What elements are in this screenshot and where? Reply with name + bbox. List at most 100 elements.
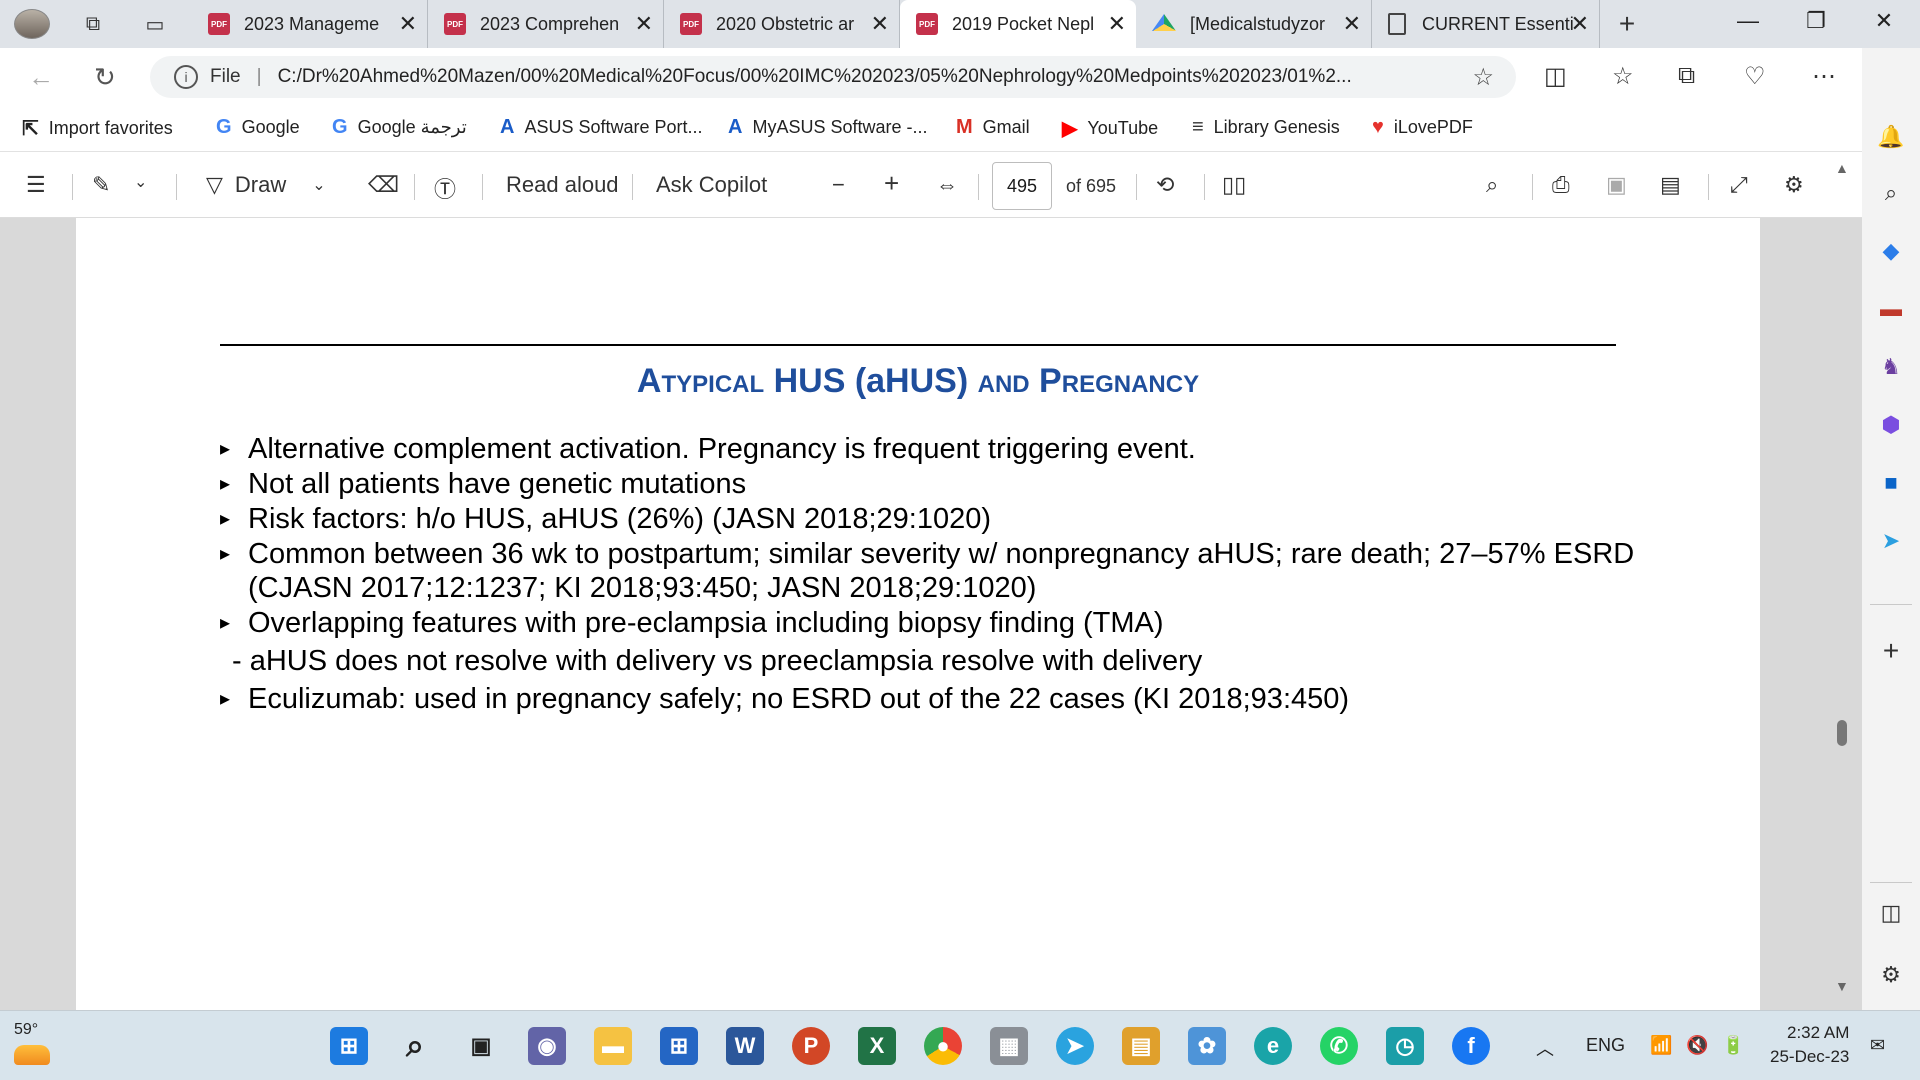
close-icon[interactable]: ✕ [1571, 11, 1589, 37]
edge-icon[interactable]: e [1254, 1027, 1292, 1065]
chevron-up-icon[interactable]: ︿ [1536, 1035, 1554, 1061]
powerpoint-icon[interactable]: P [792, 1027, 830, 1065]
excel-icon[interactable]: X [858, 1027, 896, 1065]
browser-essentials-icon[interactable]: ♡ [1744, 62, 1766, 91]
vertical-scrollbar[interactable]: ▲ ▼ [1835, 160, 1849, 1000]
add-text-icon[interactable]: Ⓣ [434, 172, 456, 204]
save-as-icon[interactable]: ▤ [1660, 172, 1681, 198]
draw-button[interactable]: ▽ Draw ⌄ [206, 172, 326, 198]
start-windows-icon[interactable]: ⊞ [330, 1027, 368, 1065]
address-bar[interactable]: i File | C:/Dr%20Ahmed%20Mazen/00%20Medi… [150, 56, 1516, 98]
save-icon[interactable]: ▣ [1606, 172, 1627, 198]
favorite-import[interactable]: ⇱ Import favorites [22, 116, 173, 141]
whatsapp-icon[interactable]: ✆ [1320, 1027, 1358, 1065]
notification-center-icon[interactable]: ✉ [1870, 1035, 1885, 1056]
favorite-google-translate[interactable]: G Google ترجمة [332, 116, 467, 139]
fullscreen-icon[interactable]: ⤢ [1730, 172, 1748, 198]
minimize-icon[interactable]: — [1728, 8, 1768, 34]
close-icon[interactable]: ✕ [871, 11, 889, 37]
tools-briefcase-icon[interactable]: ▬ [1876, 294, 1906, 324]
tab-2023-management[interactable]: PDF 2023 Manageme ✕ [192, 0, 428, 48]
scrollbar-thumb[interactable] [1837, 720, 1847, 746]
collections-icon[interactable]: ⧉ [1678, 62, 1695, 90]
favorite-google[interactable]: G Google [216, 116, 300, 139]
tab-actions-icon[interactable]: ▭ [140, 10, 170, 38]
clock-app-icon[interactable]: ◷ [1386, 1027, 1424, 1065]
new-tab-icon[interactable]: + [1612, 8, 1642, 39]
volume-muted-icon[interactable]: 🔇 [1686, 1035, 1708, 1056]
word-icon[interactable]: W [726, 1027, 764, 1065]
favorite-star-icon[interactable]: ☆ [1472, 63, 1494, 92]
teams-icon[interactable]: ◉ [528, 1027, 566, 1065]
search-icon[interactable]: ⌕ [1486, 172, 1498, 198]
tab-medicalstudyzone[interactable]: [Medicalstudyzor ✕ [1136, 0, 1372, 48]
search-icon[interactable]: ⌕ [1876, 178, 1906, 208]
system-clock[interactable]: 2:32 AM 25-Dec-23 [1770, 1021, 1849, 1069]
tab-current-essentials[interactable]: CURRENT Essenti ✕ [1372, 0, 1600, 48]
ask-copilot-button[interactable]: Ask Copilot [656, 172, 767, 198]
restore-icon[interactable]: ❐ [1796, 8, 1836, 34]
settings-gear-icon[interactable]: ⚙ [1784, 172, 1804, 198]
scroll-up-icon[interactable]: ▲ [1835, 160, 1849, 176]
task-view-icon[interactable]: ▣ [462, 1027, 500, 1065]
microsoft-store-icon[interactable]: ⊞ [660, 1027, 698, 1065]
favorite-library-genesis[interactable]: ≡ Library Genesis [1192, 116, 1340, 139]
notification-bell-icon[interactable]: 🔔 [1876, 122, 1906, 152]
workspaces-icon[interactable]: ⧉ [78, 10, 108, 38]
rotate-icon[interactable]: ⟲ [1156, 172, 1174, 198]
split-screen-icon[interactable]: ◫ [1544, 62, 1567, 91]
outlook-icon[interactable]: ■ [1876, 468, 1906, 498]
favorites-icon[interactable]: ☆ [1612, 62, 1634, 91]
add-icon[interactable]: + [1876, 635, 1906, 666]
search-icon[interactable]: ⌕ [396, 1027, 434, 1065]
sidebar-settings-icon[interactable]: ⚙ [1876, 960, 1906, 990]
print-icon[interactable]: ⎙ [1552, 172, 1570, 198]
shopping-tag-icon[interactable]: ◆ [1876, 236, 1906, 266]
favorite-ilovepdf[interactable]: ♥ iLovePDF [1372, 116, 1473, 139]
weather-widget[interactable]: 59° [14, 1021, 50, 1065]
battery-icon[interactable]: 🔋 [1722, 1035, 1744, 1056]
close-icon[interactable]: ✕ [1108, 11, 1126, 37]
pdf-viewer[interactable]: ATYPICAL HUS (aHUS) AND PREGNANCY Altern… [0, 218, 1890, 1010]
profile-avatar[interactable] [14, 9, 50, 39]
favorite-asus-software-portal[interactable]: A ASUS Software Port... [500, 116, 703, 139]
page-number-input[interactable]: 495 [992, 162, 1052, 210]
facebook-icon[interactable]: f [1452, 1027, 1490, 1065]
read-aloud-button[interactable]: Read aloud [506, 172, 619, 198]
scroll-down-icon[interactable]: ▼ [1835, 978, 1849, 994]
close-icon[interactable]: ✕ [635, 11, 653, 37]
more-menu-icon[interactable]: ⋯ [1812, 62, 1836, 91]
back-icon[interactable]: ← [28, 62, 54, 93]
games-icon[interactable]: ♞ [1876, 352, 1906, 382]
tab-2023-comprehensive[interactable]: PDF 2023 Comprehen ✕ [428, 0, 664, 48]
eraser-icon[interactable]: ⌫ [368, 172, 399, 198]
window-close-icon[interactable]: ✕ [1864, 8, 1904, 34]
hide-sidebar-icon[interactable]: ◫ [1876, 898, 1906, 928]
chevron-down-icon[interactable]: ⌄ [134, 172, 147, 192]
highlight-icon[interactable]: ✎ [92, 172, 110, 198]
close-icon[interactable]: ✕ [399, 11, 417, 37]
tab-2019-pocket-nephrology[interactable]: PDF 2019 Pocket Nepl ✕ [900, 0, 1136, 48]
file-explorer-icon[interactable]: ▬ [594, 1027, 632, 1065]
close-icon[interactable]: ✕ [1343, 11, 1361, 37]
zoom-out-icon[interactable]: − [832, 172, 845, 198]
page-view-icon[interactable]: ▯▯ [1222, 172, 1246, 198]
favorite-youtube[interactable]: ▶ YouTube [1062, 116, 1158, 141]
calculator-icon[interactable]: ▦ [990, 1027, 1028, 1065]
contents-icon[interactable]: ☰ [26, 172, 46, 198]
zoom-in-icon[interactable]: + [884, 168, 899, 199]
wifi-icon[interactable]: 📶 [1650, 1035, 1672, 1056]
language-indicator[interactable]: ENG [1586, 1035, 1625, 1056]
fit-to-width-icon[interactable]: ⇔ [936, 172, 958, 198]
favorite-myasus-software[interactable]: A MyASUS Software -... [728, 116, 928, 139]
url-text[interactable]: C:/Dr%20Ahmed%20Mazen/00%20Medical%20Foc… [278, 66, 1448, 88]
paint-icon[interactable]: ✿ [1188, 1027, 1226, 1065]
drop-icon[interactable]: ➤ [1876, 526, 1906, 556]
telegram-icon[interactable]: ➤ [1056, 1027, 1094, 1065]
microsoft365-icon[interactable]: ⬢ [1876, 410, 1906, 440]
info-icon[interactable]: i [174, 65, 198, 89]
winrar-icon[interactable]: ▤ [1122, 1027, 1160, 1065]
tab-2020-obstetric[interactable]: PDF 2020 Obstetric ar ✕ [664, 0, 900, 48]
favorite-gmail[interactable]: M Gmail [956, 116, 1030, 139]
refresh-icon[interactable]: ↻ [94, 62, 116, 93]
